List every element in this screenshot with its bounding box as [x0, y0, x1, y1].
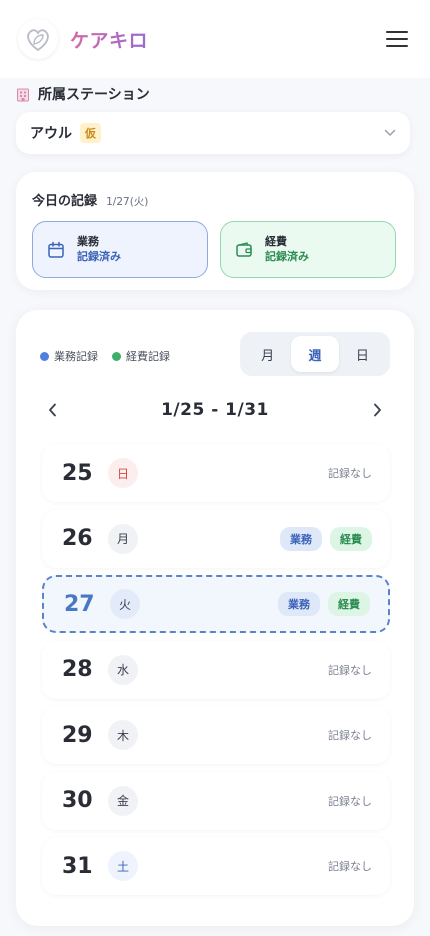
wallet-icon	[236, 241, 252, 257]
weekday-badge: 木	[108, 720, 138, 750]
day-row-27[interactable]: 27 火 業務 経費	[42, 575, 390, 633]
today-title: 今日の記録	[32, 194, 98, 209]
legend-work-label: 業務記録	[54, 350, 98, 363]
weekday-badge: 日	[108, 458, 138, 488]
weekday-badge: 金	[108, 785, 138, 816]
day-row-30[interactable]: 30 金 記録なし	[42, 771, 390, 830]
view-week-tab[interactable]: 週	[291, 336, 339, 372]
expense-tag: 経費	[330, 526, 372, 551]
weekday-badge: 月	[108, 523, 138, 554]
today-date: 1/27(火)	[106, 196, 149, 208]
range-nav: 1/25 - 1/31	[40, 394, 390, 426]
view-switcher: 月 週 日	[240, 332, 390, 376]
day-number: 29	[62, 722, 93, 748]
app-name: ケアキロ	[70, 26, 148, 53]
station-select[interactable]: アウル 仮	[16, 112, 410, 154]
no-record-text: 記録なし	[328, 467, 372, 480]
today-expense-status: 記録済み	[265, 249, 309, 263]
station-label-text: 所属ステーション	[38, 87, 150, 103]
day-number: 30	[62, 788, 93, 813]
today-work-status: 記録済み	[77, 249, 121, 263]
hamburger-menu-icon[interactable]	[384, 28, 410, 50]
chevron-right-icon	[374, 403, 382, 417]
day-row-28[interactable]: 28 水 記録なし	[42, 640, 390, 699]
legend-work: 業務記録	[40, 348, 98, 364]
day-number: 25	[62, 460, 93, 486]
app-header: ケアキロ	[0, 0, 430, 78]
today-work-title: 業務	[77, 235, 99, 249]
today-heading: 今日の記録 1/27(火)	[32, 190, 398, 209]
work-tag: 業務	[280, 526, 322, 551]
view-day-tab[interactable]: 日	[339, 336, 386, 372]
day-row-31[interactable]: 31 土 記録なし	[42, 837, 390, 895]
view-month-tab[interactable]: 月	[244, 336, 291, 372]
next-week-button[interactable]	[366, 398, 390, 422]
day-number: 31	[62, 853, 93, 879]
weekday-badge: 水	[108, 654, 138, 685]
no-record-text: 記録なし	[328, 729, 372, 742]
today-expense-title: 経費	[265, 235, 287, 249]
chevron-left-icon	[48, 403, 56, 417]
today-expense-button[interactable]: 経費 記録済み	[220, 221, 396, 278]
week-range: 1/25 - 1/31	[161, 400, 269, 420]
work-tag: 業務	[278, 592, 320, 616]
calendar-icon	[48, 241, 64, 258]
day-list: 25 日 記録なし 26 月 業務 経費 27 火 業務 経費 28 水 記録な…	[42, 444, 390, 903]
building-icon	[17, 88, 29, 101]
no-record-text: 記録なし	[328, 860, 372, 873]
no-record-text: 記録なし	[328, 663, 372, 677]
no-record-text: 記録なし	[328, 794, 372, 808]
legend-expense-label: 経費記録	[126, 350, 170, 363]
legend-expense: 経費記録	[112, 348, 170, 364]
today-record-card: 今日の記録 1/27(火) 業務 記録済み 経費 記録済み	[16, 172, 414, 290]
day-row-25[interactable]: 25 日 記録なし	[42, 444, 390, 502]
heart-leaf-logo-icon	[18, 19, 58, 59]
work-dot-icon	[40, 351, 49, 361]
weekday-badge: 火	[110, 589, 140, 619]
weekday-badge: 土	[108, 851, 138, 881]
day-number: 27	[64, 591, 95, 617]
station-name: アウル	[30, 126, 72, 142]
day-row-29[interactable]: 29 木 記録なし	[42, 706, 390, 764]
logo[interactable]: ケアキロ	[18, 19, 148, 59]
calendar-card: 業務記録 経費記録 月 週 日 1/25 - 1/31 25 日 記録なし 26…	[16, 310, 414, 926]
temporary-badge: 仮	[80, 123, 101, 143]
station-label: 所属ステーション	[16, 84, 150, 104]
day-number: 26	[62, 526, 93, 551]
expense-tag: 経費	[328, 592, 370, 616]
today-work-button[interactable]: 業務 記録済み	[32, 221, 208, 278]
chevron-down-icon	[384, 129, 396, 136]
day-row-26[interactable]: 26 月 業務 経費	[42, 509, 390, 568]
day-number: 28	[62, 657, 93, 682]
prev-week-button[interactable]	[40, 398, 64, 422]
legend: 業務記録 経費記録	[40, 348, 170, 364]
expense-dot-icon	[112, 351, 121, 361]
